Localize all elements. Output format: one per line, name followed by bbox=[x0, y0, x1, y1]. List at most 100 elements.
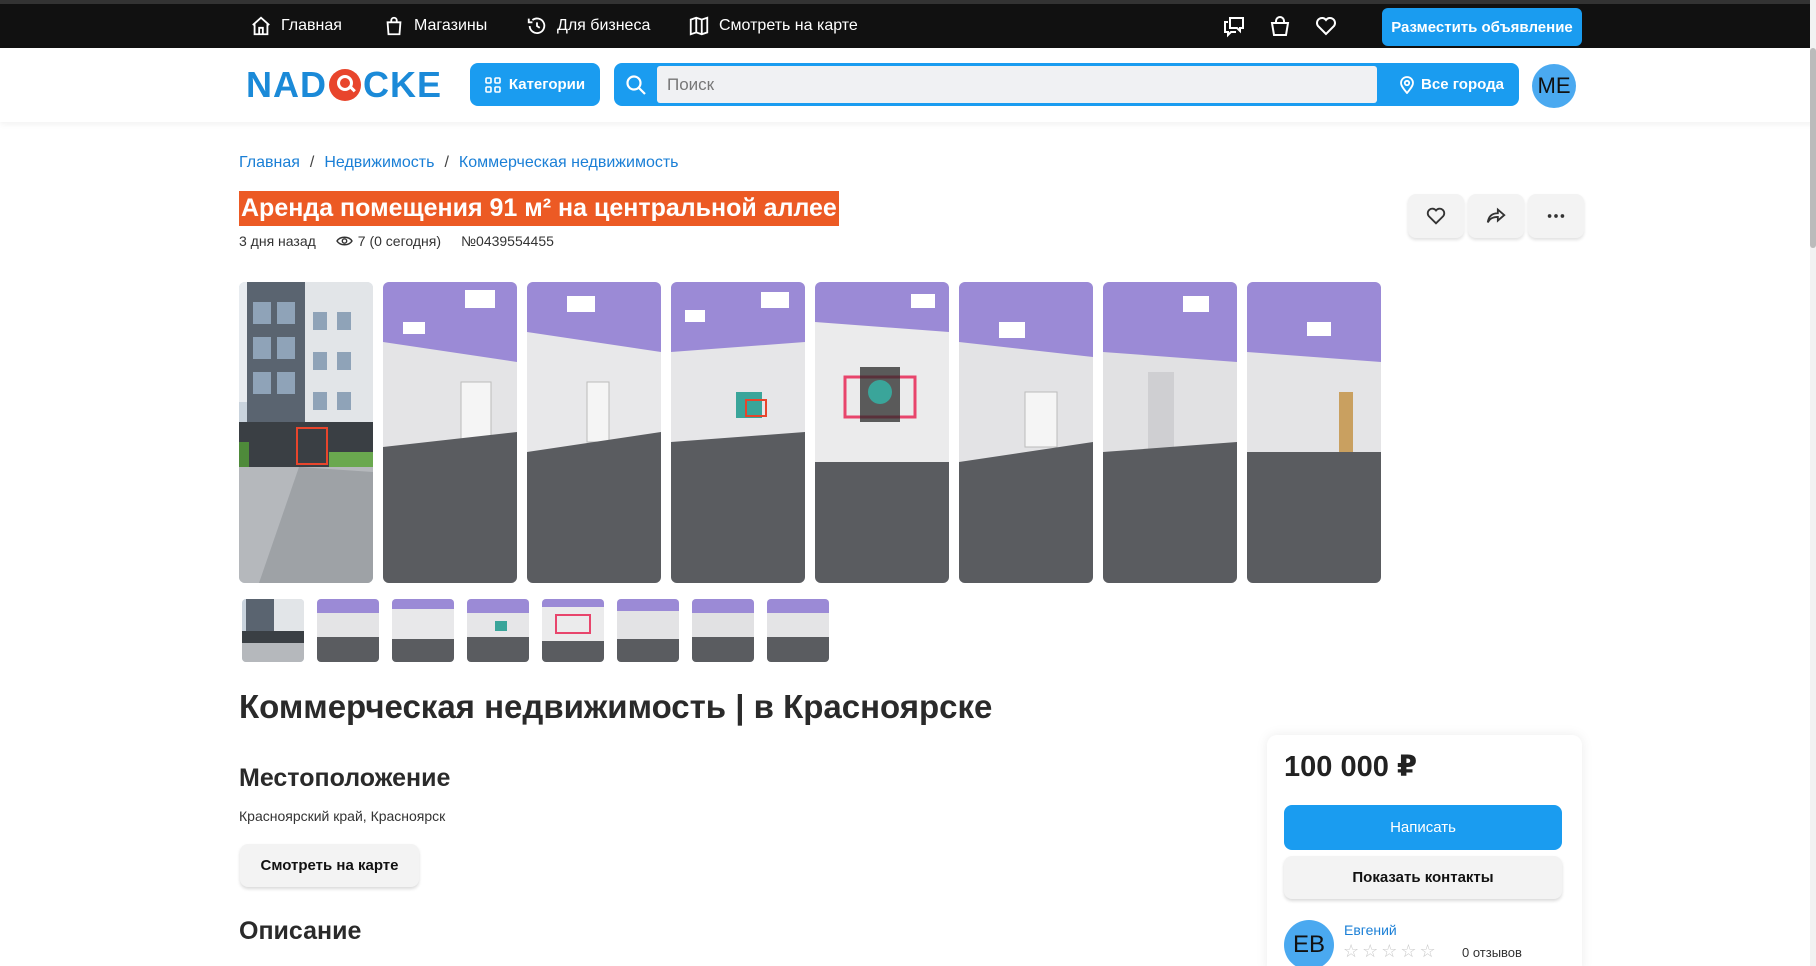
show-on-map-button[interactable]: Смотреть на карте bbox=[240, 844, 419, 887]
building-exterior-image bbox=[239, 282, 373, 583]
location-text: Красноярский край, Красноярск bbox=[239, 808, 446, 824]
listing-heading: Коммерческая недвижимость | в Красноярск… bbox=[239, 688, 993, 725]
seller-avatar[interactable]: EB bbox=[1284, 920, 1334, 966]
map-icon bbox=[689, 16, 709, 36]
home-icon bbox=[252, 16, 270, 36]
gallery-thumb-2[interactable] bbox=[317, 599, 379, 662]
nav-map[interactable]: Смотреть на карте bbox=[688, 4, 858, 48]
post-ad-button[interactable]: Разместить объявление bbox=[1382, 8, 1582, 46]
user-avatar[interactable]: ME bbox=[1532, 64, 1576, 108]
gallery-thumb-1[interactable] bbox=[242, 599, 304, 662]
grid-icon bbox=[485, 76, 501, 93]
gallery-thumb-7[interactable] bbox=[692, 599, 754, 662]
chat-button[interactable] bbox=[1221, 13, 1247, 39]
thumb-image bbox=[617, 599, 679, 662]
price-card: 100 000 ₽ Написать Показать контакты EB … bbox=[1267, 735, 1582, 966]
history-icon bbox=[527, 17, 546, 35]
write-message-button[interactable]: Написать bbox=[1284, 805, 1562, 850]
gallery-photo-4[interactable] bbox=[671, 282, 805, 583]
posted-date: 3 дня назад bbox=[239, 233, 316, 249]
interior-image bbox=[671, 282, 805, 583]
breadcrumb-commercial[interactable]: Коммерческая недвижимость bbox=[459, 154, 679, 172]
views-count: 7 (0 сегодня) bbox=[335, 233, 442, 249]
logo-search-mark-icon bbox=[329, 69, 361, 101]
location-title: Местоположение bbox=[239, 764, 451, 792]
share-button[interactable] bbox=[1468, 194, 1524, 238]
thumb-image bbox=[242, 599, 304, 662]
breadcrumb-home[interactable]: Главная bbox=[239, 154, 300, 172]
categories-label: Категории bbox=[508, 76, 586, 93]
thumb-image bbox=[692, 599, 754, 662]
gallery-photo-5[interactable] bbox=[815, 282, 949, 583]
site-logo[interactable]: NAD CKE bbox=[246, 64, 443, 105]
top-navbar: Главная Магазины Для бизнеса Смотреть на… bbox=[0, 0, 1816, 48]
thumb-image bbox=[467, 599, 529, 662]
breadcrumb: Главная / Недвижимость / Коммерческая не… bbox=[239, 154, 679, 172]
interior-image bbox=[959, 282, 1093, 583]
breadcrumb-separator: / bbox=[309, 154, 315, 171]
seller-name[interactable]: Евгений bbox=[1344, 922, 1397, 938]
rating-stars: ☆☆☆☆☆ bbox=[1343, 941, 1439, 961]
interior-image bbox=[1103, 282, 1237, 583]
nav-business[interactable]: Для бизнеса bbox=[526, 4, 650, 48]
categories-button[interactable]: Категории bbox=[470, 63, 600, 106]
chat-icon bbox=[1224, 17, 1244, 38]
nav-map-label: Смотреть на карте bbox=[719, 17, 858, 34]
listing-number: №0439554455 bbox=[461, 233, 554, 249]
page-scrollbar[interactable] bbox=[1810, 0, 1816, 966]
cart-icon bbox=[1270, 16, 1290, 36]
cart-button[interactable] bbox=[1267, 13, 1293, 39]
site-header: NAD CKE Категории Все города ME bbox=[0, 48, 1816, 122]
favorites-button[interactable] bbox=[1313, 13, 1339, 39]
listing-meta: 3 дня назад 7 (0 сегодня) №0439554455 bbox=[239, 233, 554, 249]
thumb-image bbox=[392, 599, 454, 662]
heart-icon bbox=[1426, 207, 1446, 225]
location-pin-icon bbox=[1400, 75, 1414, 94]
city-select-button[interactable]: Все города bbox=[1384, 63, 1519, 106]
search-bar: Все города bbox=[614, 63, 1519, 106]
gallery-photo-6[interactable] bbox=[959, 282, 1093, 583]
gallery-thumb-5[interactable] bbox=[542, 599, 604, 662]
search-icon[interactable] bbox=[624, 73, 648, 97]
gallery-photo-3[interactable] bbox=[527, 282, 661, 583]
eye-icon bbox=[335, 236, 353, 246]
more-options-button[interactable] bbox=[1528, 194, 1584, 238]
description-title: Описание bbox=[239, 917, 362, 945]
breadcrumb-separator: / bbox=[444, 154, 449, 171]
interior-image bbox=[1247, 282, 1381, 583]
breadcrumb-realty[interactable]: Недвижимость bbox=[324, 154, 434, 172]
thumb-image bbox=[317, 599, 379, 662]
interior-image bbox=[815, 282, 949, 583]
thumb-image bbox=[542, 599, 604, 662]
interior-image bbox=[383, 282, 517, 583]
reviews-count[interactable]: 0 отзывов bbox=[1462, 945, 1522, 960]
listing-title: Аренда помещения 91 м² на центральной ал… bbox=[239, 191, 839, 226]
more-dots-icon bbox=[1547, 214, 1565, 218]
gallery-photo-8[interactable] bbox=[1247, 282, 1381, 583]
gallery-thumb-6[interactable] bbox=[617, 599, 679, 662]
gallery-photo-2[interactable] bbox=[383, 282, 517, 583]
city-label: Все города bbox=[1421, 76, 1504, 93]
scrollbar-thumb[interactable] bbox=[1810, 48, 1816, 248]
shopping-bag-icon bbox=[386, 16, 402, 36]
nav-shops-label: Магазины bbox=[414, 17, 488, 34]
search-input[interactable] bbox=[657, 66, 1377, 103]
heart-icon bbox=[1316, 17, 1336, 36]
price: 100 000 ₽ bbox=[1284, 751, 1418, 783]
share-icon bbox=[1486, 207, 1506, 223]
gallery-photo-7[interactable] bbox=[1103, 282, 1237, 583]
show-contacts-button[interactable]: Показать контакты bbox=[1284, 856, 1562, 899]
thumb-image bbox=[767, 599, 829, 662]
nav-home[interactable]: Главная bbox=[250, 4, 342, 48]
gallery-thumb-4[interactable] bbox=[467, 599, 529, 662]
gallery-thumb-3[interactable] bbox=[392, 599, 454, 662]
logo-text-right: CKE bbox=[363, 64, 443, 105]
interior-image bbox=[527, 282, 661, 583]
gallery-photo-1[interactable] bbox=[239, 282, 373, 583]
nav-business-label: Для бизнеса bbox=[557, 17, 651, 34]
favorite-button[interactable] bbox=[1408, 194, 1464, 238]
logo-text-left: NAD bbox=[246, 64, 327, 105]
gallery-thumb-8[interactable] bbox=[767, 599, 829, 662]
views-text: 7 (0 сегодня) bbox=[357, 233, 442, 249]
nav-shops[interactable]: Магазины bbox=[383, 4, 487, 48]
